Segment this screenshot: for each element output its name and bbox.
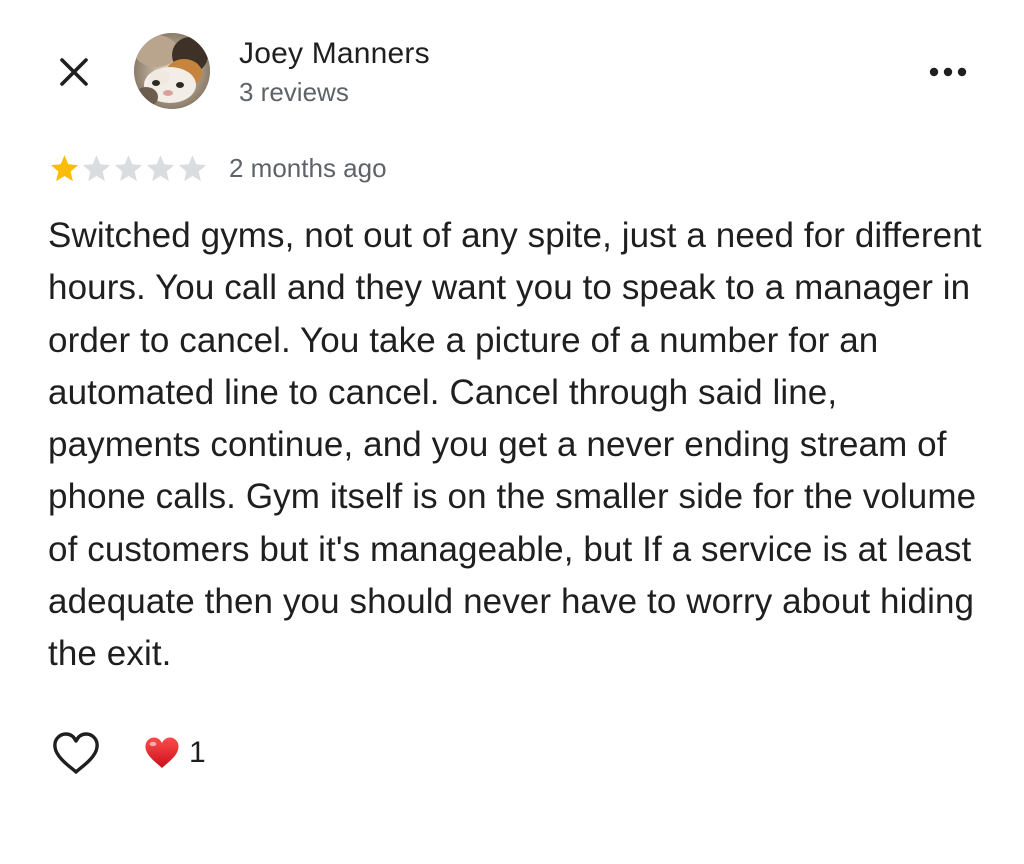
star-empty-icon (114, 154, 143, 181)
heart-outline-icon (53, 732, 99, 774)
star-filled-icon (50, 154, 79, 181)
avatar[interactable] (134, 33, 210, 109)
cat-photo-avatar (134, 33, 210, 109)
review-text: Switched gyms, not out of any spite, jus… (48, 216, 982, 674)
close-icon (60, 58, 88, 86)
reviewer-review-count: 3 reviews (239, 77, 349, 107)
reaction-count: 1 (189, 736, 206, 769)
review-time: 2 months ago (229, 153, 387, 183)
star-rating (48, 152, 208, 185)
star-empty-icon (82, 154, 111, 181)
more-options-button[interactable] (920, 52, 976, 92)
more-horizontal-icon (929, 67, 967, 77)
review-detail-sheet: Joey Manners 3 reviews 2 months ago Swit… (0, 0, 1024, 864)
close-button[interactable] (50, 48, 98, 96)
rating-row: 2 months ago (48, 150, 387, 186)
reviewer-name[interactable]: Joey Manners (239, 36, 430, 72)
star-empty-icon (146, 154, 175, 181)
red-heart-icon (145, 737, 179, 768)
reaction-summary[interactable]: 1 (143, 733, 206, 773)
like-button[interactable] (50, 728, 102, 778)
star-empty-icon (178, 154, 207, 181)
